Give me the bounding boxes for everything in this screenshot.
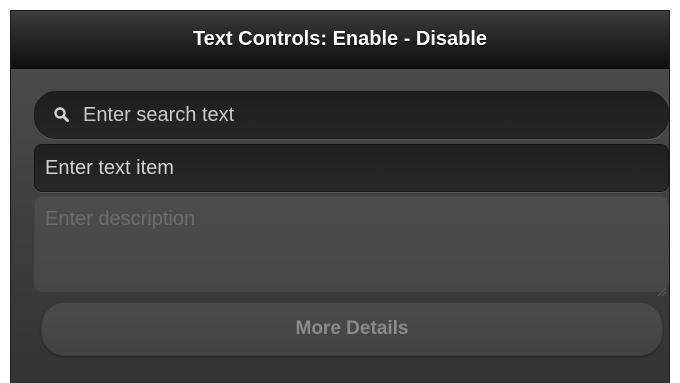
more-details-label: More Details <box>295 318 409 339</box>
text-item-field[interactable]: Enter text item <box>34 144 669 192</box>
app-frame: Text Controls: Enable - Disable Enter se… <box>10 10 670 383</box>
description-textarea: Enter description <box>34 196 669 297</box>
description-placeholder: Enter description <box>45 208 196 230</box>
page-header: Text Controls: Enable - Disable <box>11 11 669 69</box>
search-placeholder: Enter search text <box>83 103 235 126</box>
resize-grip-icon <box>656 279 667 297</box>
search-icon <box>53 106 71 124</box>
search-input[interactable]: Enter search text <box>34 91 669 139</box>
page-title: Text Controls: Enable - Disable <box>192 28 488 50</box>
text-item-placeholder: Enter text item <box>45 156 174 179</box>
more-details-button: More Details <box>41 302 663 356</box>
